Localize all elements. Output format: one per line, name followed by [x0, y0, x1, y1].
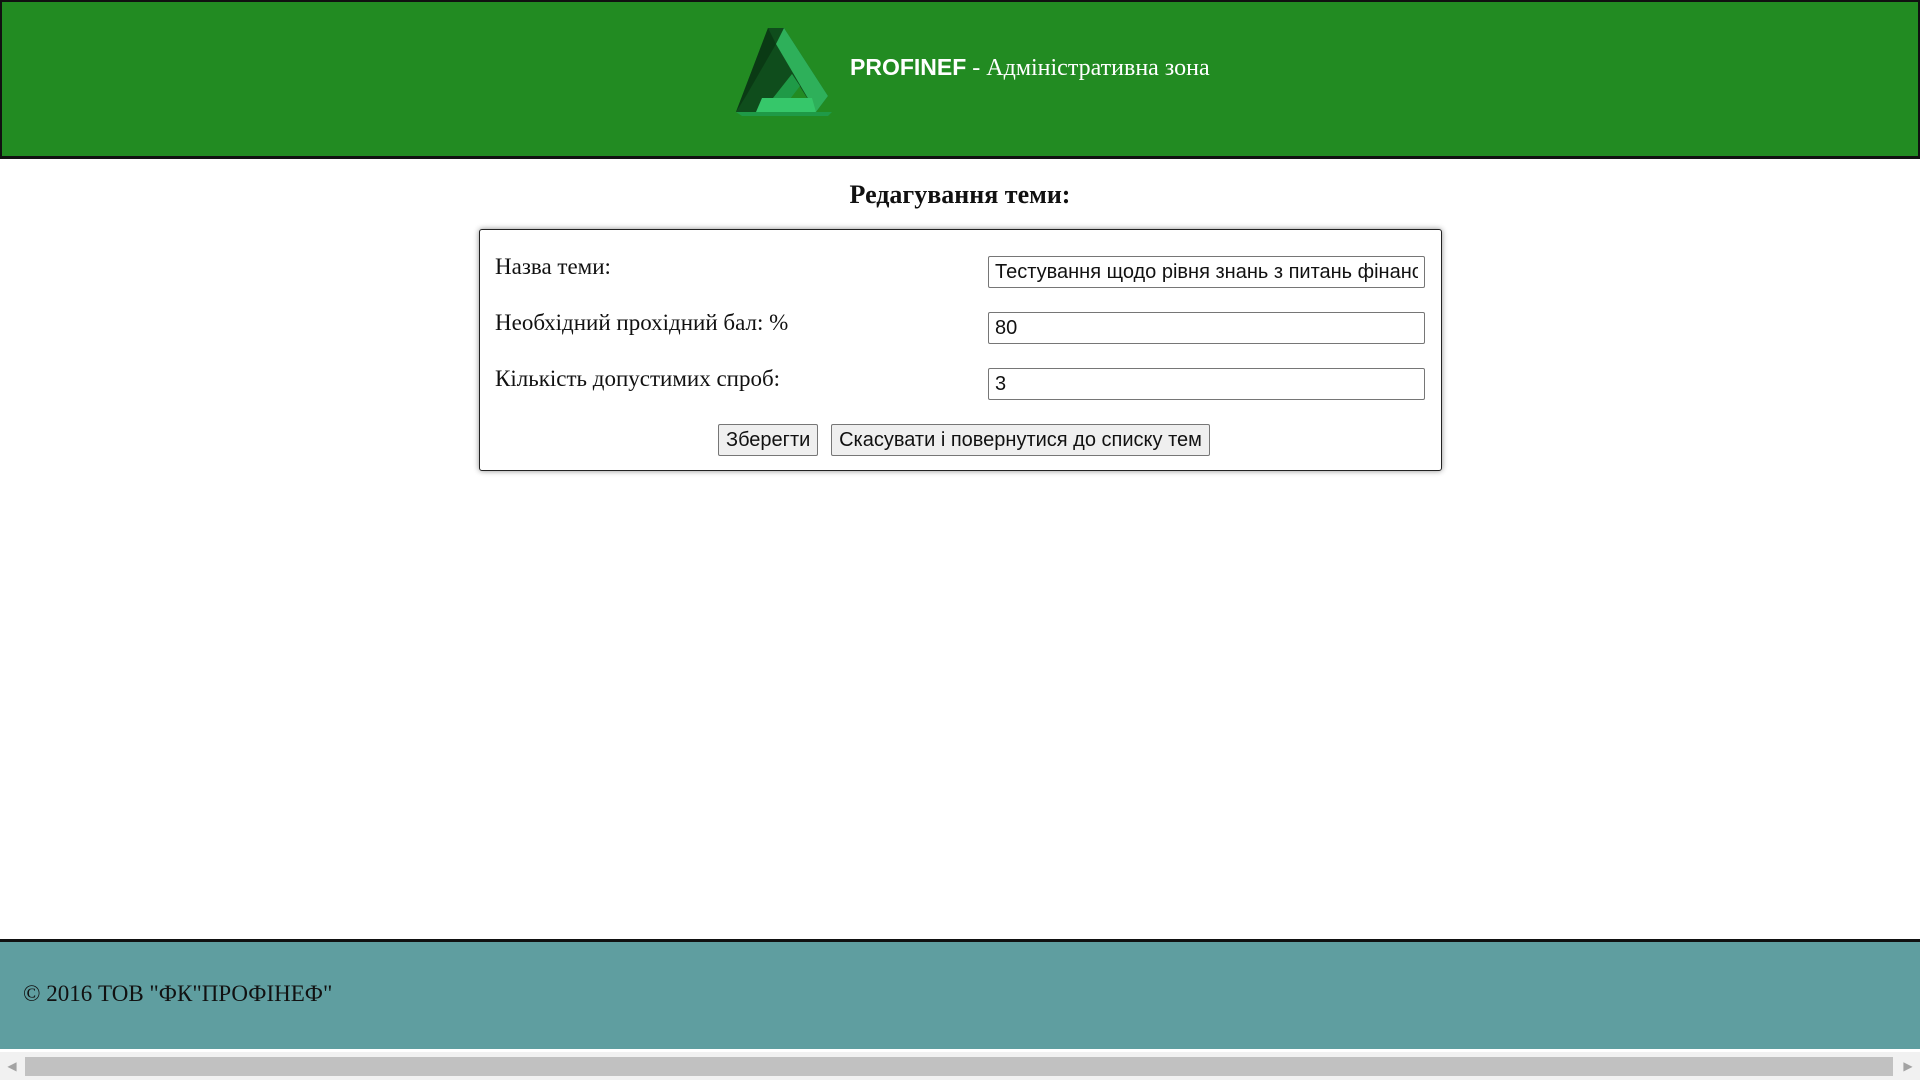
scrollbar-thumb[interactable] — [25, 1057, 1893, 1076]
attempts-input[interactable] — [988, 368, 1425, 400]
triangle-logo-icon — [736, 28, 832, 116]
edit-topic-form: Назва теми: Необхідний прохідний бал: % … — [479, 229, 1442, 471]
passing-score-input[interactable] — [988, 312, 1425, 344]
header-bar: PROFINEF - Адміністративна зона — [0, 0, 1920, 159]
attempts-label: Кількість допустимих спроб: — [495, 366, 781, 391]
page-title: Редагування теми: — [849, 180, 1071, 209]
footer: © 2016 ТОВ "ФК"ПРОФІНЕФ" — [0, 939, 1920, 1049]
save-button[interactable]: Зберегти — [718, 424, 818, 456]
scroll-left-arrow-icon[interactable]: ◀ — [0, 1052, 24, 1080]
header-subtitle: - Адміністративна зона — [966, 55, 1210, 81]
topic-name-label: Назва теми: — [495, 254, 611, 279]
header-title: PROFINEF - Адміністративна зона — [850, 54, 1210, 82]
horizontal-scrollbar[interactable]: ◀ ▶ — [0, 1052, 1920, 1080]
brand-name: PROFINEF — [850, 54, 967, 80]
copyright-text: © 2016 ТОВ "ФК"ПРОФІНЕФ" — [23, 981, 333, 1006]
scroll-right-arrow-icon[interactable]: ▶ — [1896, 1052, 1920, 1080]
cancel-button[interactable]: Скасувати і повернутися до списку тем — [831, 424, 1210, 456]
topic-name-input[interactable] — [988, 256, 1425, 288]
passing-score-label: Необхідний прохідний бал: % — [495, 310, 789, 335]
